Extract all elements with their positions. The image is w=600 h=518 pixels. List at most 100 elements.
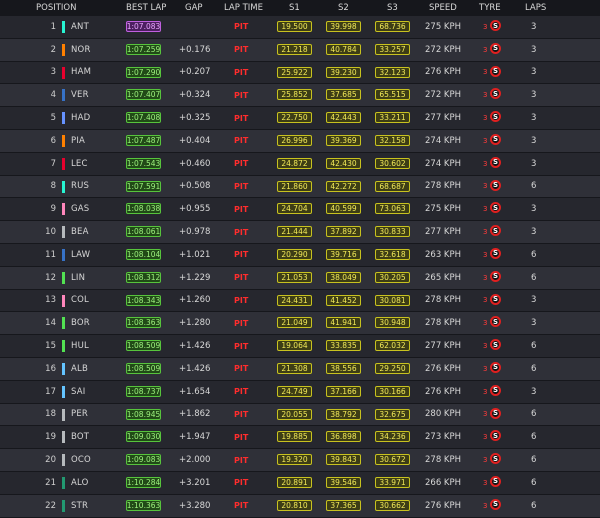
driver-code: OCO — [71, 455, 91, 466]
sector-2-time: 38.556 — [326, 362, 361, 374]
soft-tyre-icon: S — [490, 293, 501, 305]
sector-1-time: 21.444 — [277, 226, 312, 238]
sector-3-time: 30.602 — [375, 157, 410, 169]
table-row[interactable]: 11 LAW 1:08.104 +1.021 PIT 20.290 39.716 32.618… — [0, 243, 600, 267]
table-row[interactable]: 12 LIN 1:08.312 +1.229 PIT 21.053 38.049 30.205… — [0, 266, 600, 290]
gap-value: +1.426 — [179, 363, 211, 374]
gap-value: +0.176 — [179, 44, 211, 55]
soft-tyre-icon: S — [490, 111, 501, 123]
best-lap-time: 1:08.737 — [126, 385, 161, 397]
header-laps[interactable]: LAPS — [525, 3, 546, 13]
table-row[interactable]: 3 HAM 1:07.290 +0.207 PIT 25.922 39.230 32.123 2… — [0, 61, 600, 85]
soft-tyre-icon: S — [490, 270, 501, 282]
position-number: 2 — [50, 44, 56, 55]
table-row[interactable]: 14 BOR 1:08.363 +1.280 PIT 21.049 41.941 30.948… — [0, 312, 600, 336]
driver-code: PIA — [71, 135, 86, 146]
laps-count: 6 — [531, 249, 537, 260]
position-number: 9 — [50, 204, 56, 215]
table-row[interactable]: 13 COL 1:08.343 +1.260 PIT 24.431 41.452 30.081… — [0, 289, 600, 313]
position-number: 18 — [45, 409, 56, 420]
header-speed[interactable]: SPEED — [429, 3, 457, 13]
team-color-bar — [62, 203, 65, 216]
table-row[interactable]: 18 PER 1:08.945 +1.862 PIT 20.055 38.792 32.675… — [0, 403, 600, 427]
table-row[interactable]: 22 STR 1:10.363 +3.280 PIT 20.810 37.365 30.662… — [0, 494, 600, 518]
team-color-bar — [62, 226, 65, 239]
laps-count: 6 — [531, 477, 537, 488]
sector-3-time: 68.687 — [375, 180, 410, 192]
sector-2-time: 41.452 — [326, 294, 361, 306]
header-position[interactable]: POSITION — [36, 3, 76, 13]
best-lap-time: 1:08.509 — [126, 362, 161, 374]
speed-value: 277 KPH — [425, 227, 462, 238]
header-gap[interactable]: GAP — [185, 3, 203, 13]
table-row[interactable]: 19 BOT 1:09.030 +1.947 PIT 19.885 36.898 34.236… — [0, 426, 600, 450]
tyre-age: 3 — [483, 501, 488, 510]
position-number: 4 — [50, 90, 56, 101]
sector-3-time: 30.833 — [375, 226, 410, 238]
best-lap-time: 1:09.083 — [126, 454, 161, 466]
sector-3-time: 30.948 — [375, 317, 410, 329]
position-number: 22 — [45, 500, 56, 511]
table-row[interactable]: 21 ALO 1:10.284 +3.201 PIT 20.891 39.546 33.971… — [0, 471, 600, 495]
speed-value: 275 KPH — [425, 204, 462, 215]
table-row[interactable]: 4 VER 1:07.407 +0.324 PIT 25.852 37.685 65.515 2… — [0, 84, 600, 108]
gap-value: +0.460 — [179, 158, 211, 169]
speed-value: 274 KPH — [425, 135, 462, 146]
lap-time-status: PIT — [234, 227, 249, 237]
sector-3-time: 32.675 — [375, 408, 410, 420]
table-row[interactable]: 16 ALB 1:08.509 +1.426 PIT 21.308 38.556 29.250… — [0, 357, 600, 381]
gap-value: +1.280 — [179, 318, 211, 329]
lap-time-status: PIT — [234, 250, 249, 260]
sector-1-time: 25.922 — [277, 66, 312, 78]
table-row[interactable]: 6 PIA 1:07.487 +0.404 PIT 26.996 39.369 32.158 2… — [0, 129, 600, 153]
header-lap-time[interactable]: LAP TIME — [224, 3, 263, 13]
table-row[interactable]: 9 GAS 1:08.038 +0.955 PIT 24.704 40.599 73.063 2… — [0, 198, 600, 222]
header-best-lap[interactable]: BEST LAP — [126, 3, 166, 13]
gap-value: +1.229 — [179, 272, 211, 283]
laps-count: 6 — [531, 455, 537, 466]
gap-value: +1.947 — [179, 432, 211, 443]
table-row[interactable]: 20 OCO 1:09.083 +2.000 PIT 19.320 39.843 30.672… — [0, 449, 600, 472]
sector-1-time: 25.852 — [277, 89, 312, 101]
table-row[interactable]: 5 HAD 1:07.408 +0.325 PIT 22.750 42.443 33.211 2… — [0, 107, 600, 130]
table-row[interactable]: 1 ANT 1:07.083 PIT 19.500 39.998 68.736 275 KPH… — [0, 16, 600, 39]
timing-table-body: 1 ANT 1:07.083 PIT 19.500 39.998 68.736 275 KPH… — [0, 16, 600, 518]
header-s1[interactable]: S1 — [289, 3, 300, 13]
table-row[interactable]: 15 HUL 1:08.509 +1.426 PIT 19.064 33.835 62.032… — [0, 335, 600, 358]
header-s2[interactable]: S2 — [338, 3, 349, 13]
soft-tyre-icon: S — [490, 88, 501, 100]
driver-code: LAW — [71, 249, 91, 260]
gap-value: +1.654 — [179, 386, 211, 397]
gap-value: +0.404 — [179, 135, 211, 146]
position-number: 3 — [50, 67, 56, 78]
gap-value: +0.978 — [179, 227, 211, 238]
driver-code: ALB — [71, 363, 88, 374]
tyre-age: 3 — [483, 456, 488, 465]
driver-code: BOR — [71, 318, 90, 329]
team-color-bar — [62, 454, 65, 467]
sector-3-time: 29.250 — [375, 362, 410, 374]
table-row[interactable]: 10 BEA 1:08.061 +0.978 PIT 21.444 37.892 30.833… — [0, 221, 600, 244]
sector-2-time: 37.892 — [326, 226, 361, 238]
team-color-bar — [62, 43, 65, 56]
best-lap-time: 1:08.945 — [126, 408, 161, 420]
table-row[interactable]: 8 RUS 1:07.591 +0.508 PIT 21.860 42.272 68.687 2… — [0, 175, 600, 199]
sector-3-time: 30.672 — [375, 454, 410, 466]
header-s3[interactable]: S3 — [387, 3, 398, 13]
sector-1-time: 20.055 — [277, 408, 312, 420]
soft-tyre-icon: S — [490, 65, 501, 77]
tyre-age: 3 — [483, 136, 488, 145]
driver-code: RUS — [71, 181, 90, 192]
tyre-age: 3 — [483, 296, 488, 305]
sector-3-time: 32.123 — [375, 66, 410, 78]
soft-tyre-icon: S — [490, 407, 501, 419]
table-row[interactable]: 2 NOR 1:07.259 +0.176 PIT 21.218 40.784 33.257 2… — [0, 38, 600, 62]
driver-code: BOT — [71, 432, 90, 443]
table-row[interactable]: 17 SAI 1:08.737 +1.654 PIT 24.749 37.166 30.166… — [0, 380, 600, 404]
tyre-age: 3 — [483, 319, 488, 328]
laps-count: 3 — [531, 67, 537, 78]
soft-tyre-icon: S — [490, 453, 501, 465]
table-row[interactable]: 7 LEC 1:07.543 +0.460 PIT 24.872 42.430 30.602 2… — [0, 152, 600, 176]
best-lap-time: 1:08.363 — [126, 317, 161, 329]
header-tyre[interactable]: TYRE — [479, 3, 501, 13]
